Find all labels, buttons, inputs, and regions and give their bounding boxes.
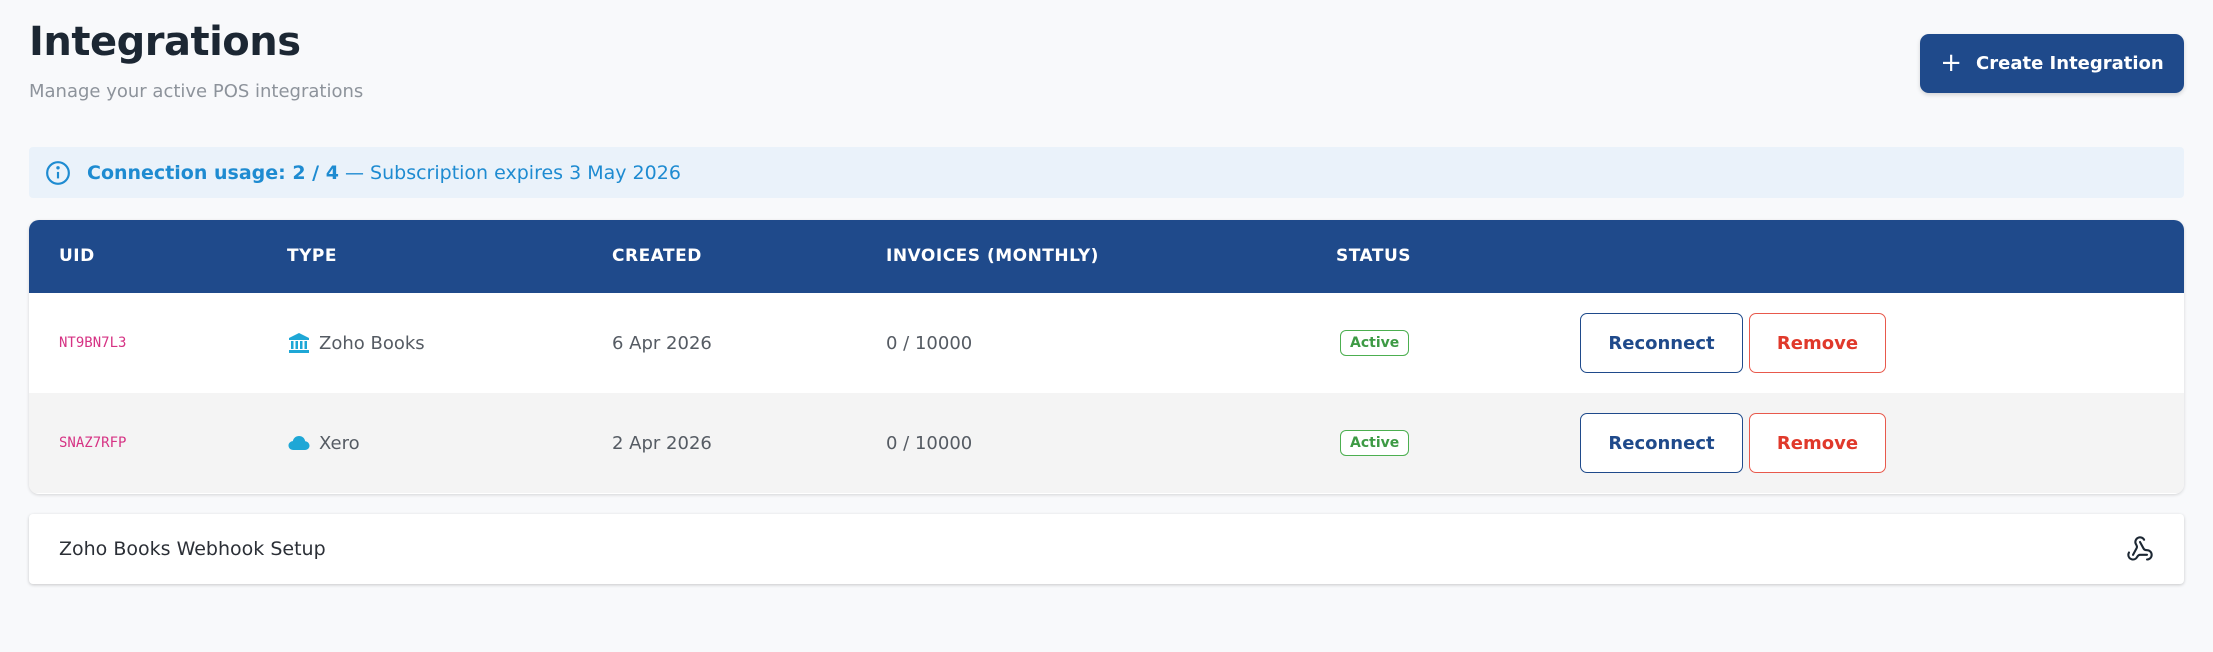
create-integration-button[interactable]: + Create Integration <box>1920 34 2184 93</box>
actions-cell: Reconnect Remove <box>1580 393 1886 493</box>
table-row: NT9BN7L3 Zoho Books 6 Apr 2026 0 / 10000… <box>29 293 2184 393</box>
column-header-uid: UID <box>59 246 95 266</box>
reconnect-button[interactable]: Reconnect <box>1580 413 1743 473</box>
plus-icon: + <box>1940 47 1963 78</box>
status-badge: Active <box>1340 430 1410 456</box>
integrations-page: Integrations Manage your active POS inte… <box>29 0 2184 584</box>
create-integration-label: Create Integration <box>1976 53 2164 74</box>
info-icon <box>46 160 70 185</box>
status-cell: Active <box>1340 293 1410 393</box>
page-title: Integrations <box>29 19 301 65</box>
cloud-icon <box>288 436 310 450</box>
actions-cell: Reconnect Remove <box>1580 293 1886 393</box>
webhook-setup-title: Zoho Books Webhook Setup <box>59 538 326 560</box>
type-label: Zoho Books <box>319 332 425 354</box>
column-header-created: CREATED <box>612 246 702 266</box>
remove-button[interactable]: Remove <box>1749 413 1886 473</box>
column-header-invoices: INVOICES (MONTHLY) <box>886 246 1099 266</box>
reconnect-button[interactable]: Reconnect <box>1580 313 1743 373</box>
table-header: UID TYPE CREATED INVOICES (MONTHLY) STAT… <box>29 220 2184 293</box>
type-label: Xero <box>319 432 360 454</box>
page-subtitle: Manage your active POS integrations <box>29 81 364 102</box>
type-cell: Xero <box>287 393 360 493</box>
webhook-setup-panel[interactable]: Zoho Books Webhook Setup <box>29 514 2184 584</box>
status-badge: Active <box>1340 330 1410 356</box>
created-cell: 6 Apr 2026 <box>612 332 712 354</box>
column-header-type: TYPE <box>287 246 337 266</box>
column-header-status: STATUS <box>1336 246 1412 266</box>
connection-usage-text: Connection usage: 2 / 4 <box>87 161 339 184</box>
table-row: SNAZ7RFP Xero 2 Apr 2026 0 / 10000 Activ… <box>29 393 2184 493</box>
webhook-icon <box>2127 536 2153 561</box>
connection-usage-banner: Connection usage: 2 / 4 — Subscription e… <box>29 147 2184 198</box>
remove-button[interactable]: Remove <box>1749 313 1886 373</box>
type-cell: Zoho Books <box>287 293 425 393</box>
integrations-table: UID TYPE CREATED INVOICES (MONTHLY) STAT… <box>29 220 2184 494</box>
created-cell: 2 Apr 2026 <box>612 432 712 454</box>
page-header: Integrations Manage your active POS inte… <box>29 0 2184 140</box>
uid-cell: NT9BN7L3 <box>59 335 127 351</box>
invoices-cell: 0 / 10000 <box>886 432 973 454</box>
subscription-expiry-text: — Subscription expires 3 May 2026 <box>338 161 681 184</box>
bank-icon <box>289 333 309 353</box>
uid-cell: SNAZ7RFP <box>59 435 127 451</box>
status-cell: Active <box>1340 393 1410 493</box>
invoices-cell: 0 / 10000 <box>886 332 973 354</box>
